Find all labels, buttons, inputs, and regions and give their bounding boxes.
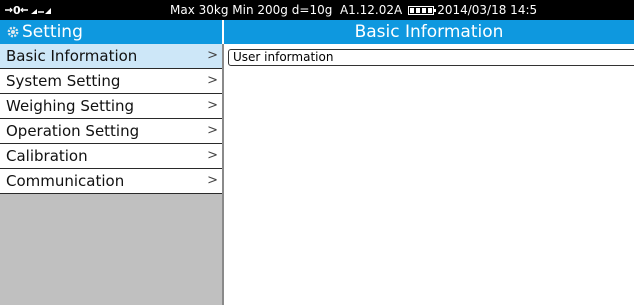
zero-indicator-icon: 0	[5, 4, 51, 16]
svg-text:0: 0	[13, 4, 21, 16]
status-bar: 0 Max 30kg Min 200g d=10g A1.12.02A 2014…	[0, 0, 634, 20]
datetime-text: 2014/03/18 14:5	[437, 3, 538, 17]
gear-icon	[6, 25, 20, 39]
sidebar-item-calibration[interactable]: Calibration >	[0, 144, 222, 169]
chevron-right-icon: >	[207, 173, 218, 188]
sidebar-item-operation-setting[interactable]: Operation Setting >	[0, 119, 222, 144]
minimum-text: Min 200g	[232, 3, 288, 17]
chevron-right-icon: >	[207, 123, 218, 138]
sidebar-item-system-setting[interactable]: System Setting >	[0, 69, 222, 94]
chevron-right-icon: >	[207, 98, 218, 113]
chevron-right-icon: >	[207, 48, 218, 63]
page-title: Basic Information	[354, 22, 504, 42]
sidebar-item-label: Communication	[6, 172, 125, 190]
status-info: Max 30kg Min 200g d=10g A1.12.02A 2014/0…	[170, 0, 537, 20]
chevron-right-icon: >	[207, 73, 218, 88]
sidebar-item-label: Basic Information	[6, 47, 138, 65]
capacity-text: Max 30kg	[170, 3, 229, 17]
user-information-row[interactable]: User information	[228, 49, 634, 66]
sidebar-item-communication[interactable]: Communication >	[0, 169, 222, 194]
sidebar-item-weighing-setting[interactable]: Weighing Setting >	[0, 94, 222, 119]
settings-title-text: Setting	[22, 22, 83, 42]
sidebar-item-basic-information[interactable]: Basic Information >	[0, 44, 222, 69]
status-indicators: 0	[4, 0, 54, 20]
version-text: A1.12.02A	[339, 3, 403, 17]
sidebar-item-label: Calibration	[6, 147, 88, 165]
sidebar-item-label: System Setting	[6, 72, 121, 90]
title-bar: Setting Basic Information	[0, 20, 634, 44]
battery-icon	[408, 5, 437, 15]
chevron-right-icon: >	[207, 148, 218, 163]
content-panel: User information	[224, 44, 634, 305]
division-text: d=10g	[291, 3, 333, 17]
sidebar-item-label: Weighing Setting	[6, 97, 135, 115]
settings-sidebar: Basic Information > System Setting > Wei…	[0, 44, 222, 305]
settings-title: Setting	[0, 20, 222, 44]
sidebar-item-label: Operation Setting	[6, 122, 140, 140]
